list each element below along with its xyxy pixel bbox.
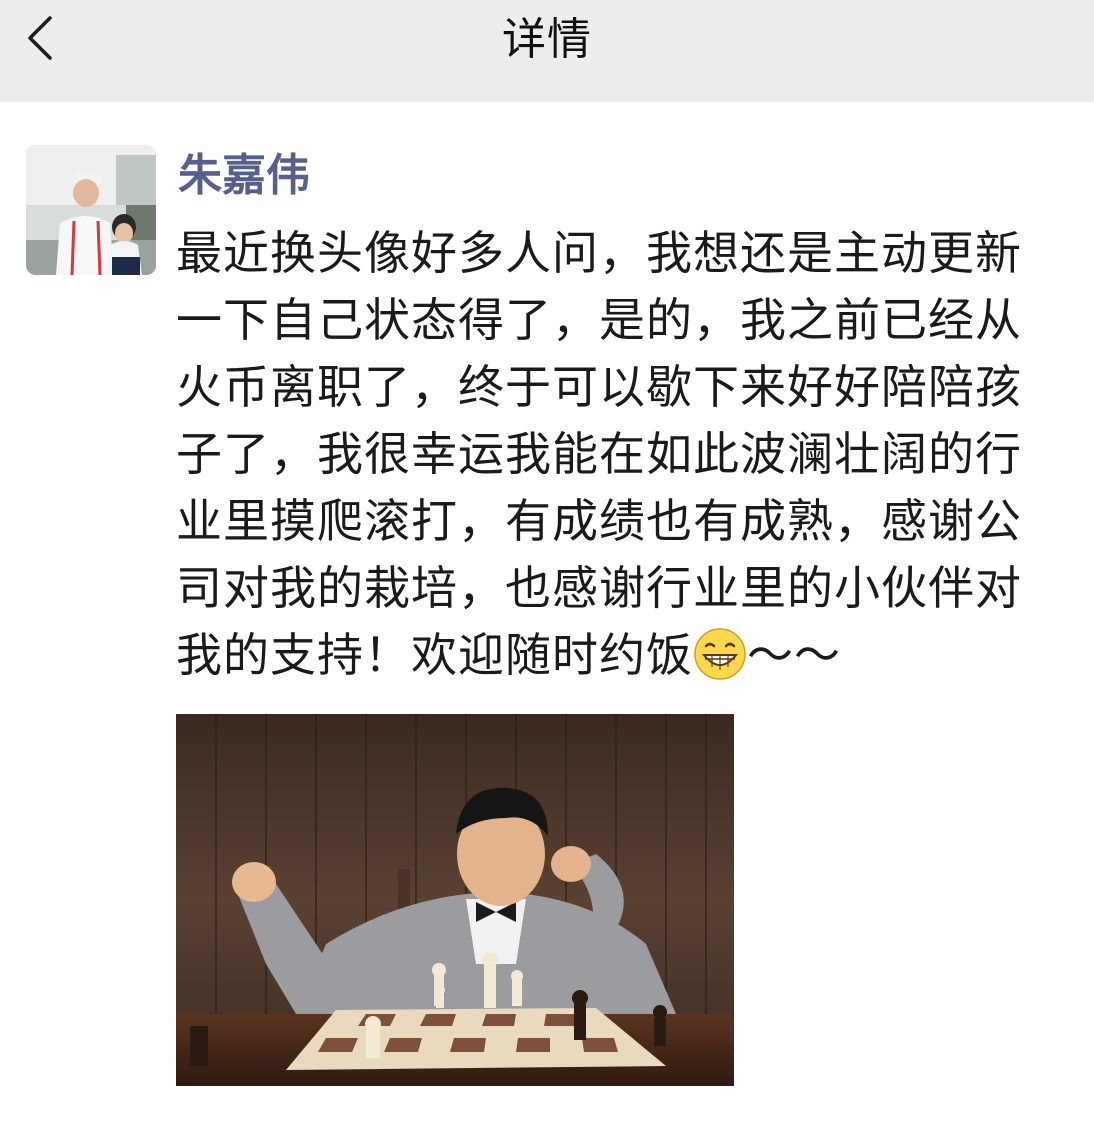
chess-boy-photo — [176, 714, 734, 1086]
post-text: 最近换头像好多人问，我想还是主动更新一下自己状态得了，是的，我之前已经从火币离职… — [176, 220, 1046, 689]
grin-emoji-icon — [694, 628, 746, 680]
author-name[interactable]: 朱嘉伟 — [178, 146, 310, 206]
nav-bar: 详情 — [0, 0, 1094, 103]
moments-detail-screen: 详情 朱嘉伟 最近换头像好多人问，我想还是主动更新一下自己状态得了，是的，我之前… — [0, 0, 1094, 1130]
post-text-suffix: ～～ — [747, 628, 841, 682]
moment-post: 朱嘉伟 最近换头像好多人问，我想还是主动更新一下自己状态得了，是的，我之前已经从… — [0, 102, 1094, 1130]
post-body: 最近换头像好多人问，我想还是主动更新一下自己状态得了，是的，我之前已经从火币离职… — [176, 226, 1022, 682]
avatar[interactable] — [26, 145, 156, 275]
avatar-photo — [26, 145, 156, 275]
page-title: 详情 — [502, 14, 592, 65]
post-photo[interactable] — [176, 714, 734, 1086]
